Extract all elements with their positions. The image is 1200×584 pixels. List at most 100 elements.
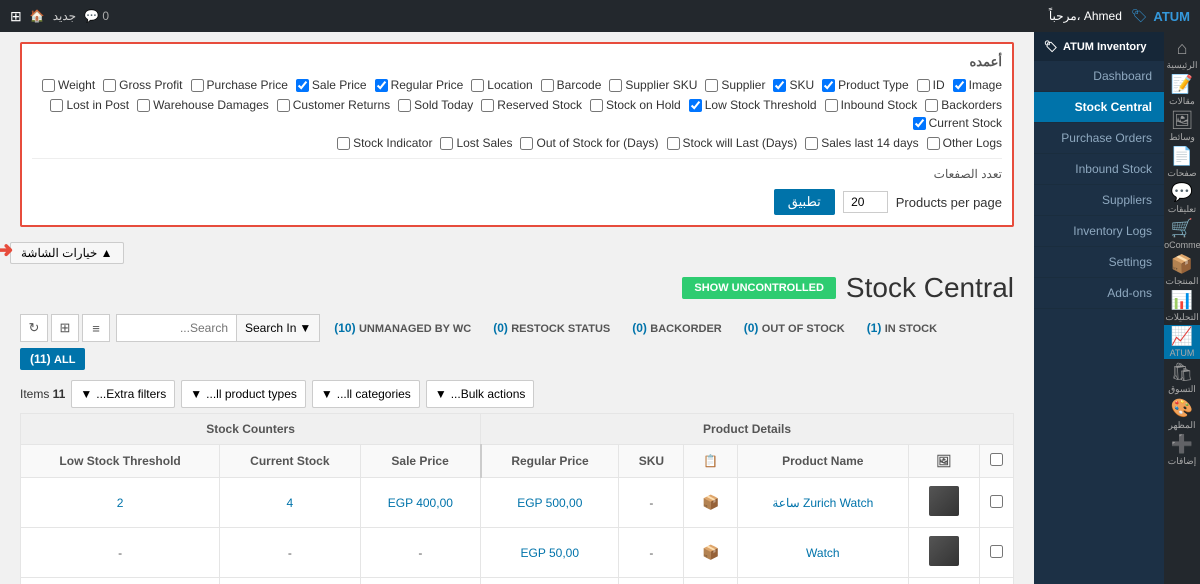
sidebar-item-marketing[interactable]: 🛍 التسوق: [1164, 361, 1200, 395]
col-id[interactable]: ID: [917, 78, 945, 92]
col-sales-14[interactable]: Sales last 14 days: [805, 136, 918, 150]
sidebar-item-dashboard[interactable]: Dashboard: [1034, 61, 1164, 92]
sidebar-item-plugins[interactable]: ➕ إضافات: [1164, 433, 1200, 467]
col-product-type[interactable]: Product Type: [822, 78, 909, 92]
sidebar-item-add-ons[interactable]: Add-ons: [1034, 278, 1164, 309]
product-types-btn[interactable]: ▼ ...ll product types: [181, 380, 306, 408]
col-customer-returns[interactable]: Customer Returns: [277, 98, 390, 112]
col-weight-cb[interactable]: [42, 79, 55, 92]
col-low-stock[interactable]: Low Stock Threshold: [689, 98, 817, 112]
search-input[interactable]: [116, 314, 236, 342]
sidebar-item-media[interactable]: 🖼 وسائط: [1164, 109, 1200, 143]
col-bc-cb[interactable]: [541, 79, 554, 92]
search-in-button[interactable]: Search In ▼: [236, 314, 320, 342]
col-si-cb[interactable]: [337, 137, 350, 150]
col-current-stock[interactable]: Current Stock: [913, 116, 1002, 130]
col-other-logs[interactable]: Other Logs: [927, 136, 1002, 150]
products-per-page-input[interactable]: [843, 191, 888, 213]
bulk-actions-btn[interactable]: ▼ ...Bulk actions: [426, 380, 535, 408]
sidebar-item-purchase-orders[interactable]: Purchase Orders: [1034, 123, 1164, 154]
col-stock-indicator[interactable]: Stock Indicator: [337, 136, 432, 150]
screen-options-button[interactable]: خيارات الشاشة ▲: [10, 242, 124, 264]
col-soh-cb[interactable]: [590, 99, 603, 112]
row1-sale-price-link[interactable]: EGP 400,00: [388, 496, 453, 510]
row2-regular-price-link[interactable]: EGP 50,00: [521, 546, 580, 560]
categories-btn[interactable]: ▼ ...ll categories: [312, 380, 420, 408]
col-sale-price[interactable]: Sale Price: [296, 78, 367, 92]
col-bo-cb[interactable]: [925, 99, 938, 112]
row1-current-stock-link[interactable]: 4: [287, 496, 294, 510]
extra-filters-btn[interactable]: ▼ ...Extra filters: [71, 380, 175, 408]
col-s14-cb[interactable]: [805, 137, 818, 150]
col-lp-cb[interactable]: [50, 99, 63, 112]
col-supplier[interactable]: Supplier: [705, 78, 765, 92]
row1-product-name-link[interactable]: ساعة Zurich Watch: [772, 496, 873, 510]
col-sup-cb[interactable]: [705, 79, 718, 92]
col-stock-on-hold[interactable]: Stock on Hold: [590, 98, 681, 112]
col-reserved-stock[interactable]: Reserved Stock: [481, 98, 582, 112]
col-sku-cb[interactable]: [773, 79, 786, 92]
col-loc-cb[interactable]: [471, 79, 484, 92]
col-regular-price[interactable]: Regular Price: [375, 78, 464, 92]
row1-regular-price-link[interactable]: EGP 500,00: [517, 496, 582, 510]
col-sku[interactable]: SKU: [773, 78, 814, 92]
col-stock-will-last[interactable]: Stock will Last (Days): [667, 136, 798, 150]
sidebar-item-inbound-stock[interactable]: Inbound Stock: [1034, 154, 1164, 185]
col-swl-cb[interactable]: [667, 137, 680, 150]
col-gp-cb[interactable]: [103, 79, 116, 92]
col-out-of-stock-days[interactable]: Out of Stock for (Days): [520, 136, 658, 150]
row1-low-stock-link[interactable]: 2: [117, 496, 124, 510]
sidebar-item-atum[interactable]: 📈 ATUM: [1164, 325, 1200, 359]
col-cr-cb[interactable]: [277, 99, 290, 112]
sidebar-item-inventory-logs[interactable]: Inventory Logs: [1034, 216, 1164, 247]
col-backorders[interactable]: Backorders: [925, 98, 1002, 112]
col-lost-post[interactable]: Lost in Post: [50, 98, 129, 112]
col-st-cb[interactable]: [398, 99, 411, 112]
tab-in-stock[interactable]: (1) IN STOCK: [859, 317, 945, 339]
sidebar-item-suppliers[interactable]: Suppliers: [1034, 185, 1164, 216]
tab-restock[interactable]: (0) RESTOCK STATUS: [485, 317, 618, 339]
sidebar-item-appearance[interactable]: 🎨 المظهر: [1164, 397, 1200, 431]
col-purchase-price[interactable]: Purchase Price: [191, 78, 288, 92]
col-is-cb[interactable]: [825, 99, 838, 112]
col-id-cb[interactable]: [917, 79, 930, 92]
col-lost-sales[interactable]: Lost Sales: [440, 136, 512, 150]
col-gross-profit[interactable]: Gross Profit: [103, 78, 182, 92]
col-sold-today[interactable]: Sold Today: [398, 98, 473, 112]
sidebar-item-stock-central[interactable]: Stock Central: [1034, 92, 1164, 123]
row2-checkbox[interactable]: [990, 545, 1003, 558]
col-ls-cb[interactable]: [689, 99, 702, 112]
tab-all[interactable]: (11) ALL: [20, 348, 85, 370]
col-rp-cb[interactable]: [375, 79, 388, 92]
col-wd-cb[interactable]: [137, 99, 150, 112]
col-warehouse-dmg[interactable]: Warehouse Damages: [137, 98, 269, 112]
col-rs-cb[interactable]: [481, 99, 494, 112]
sidebar-item-comments[interactable]: 💬 تعليقات: [1164, 181, 1200, 215]
tab-backorder[interactable]: (0) BACKORDER: [624, 317, 730, 339]
row2-product-name-link[interactable]: Watch: [806, 546, 840, 560]
apply-button[interactable]: تطبيق: [774, 189, 835, 215]
filter-list-btn[interactable]: ≡: [82, 314, 110, 342]
filter-grid-btn[interactable]: ⊞: [51, 314, 79, 342]
col-inbound-stock[interactable]: Inbound Stock: [825, 98, 918, 112]
col-sp-cb[interactable]: [296, 79, 309, 92]
sidebar-item-analytics[interactable]: 📊 التحليلات: [1164, 289, 1200, 323]
col-pt-cb[interactable]: [822, 79, 835, 92]
show-uncontrolled-button[interactable]: SHOW UNCONTROLLED: [682, 277, 836, 299]
col-barcode[interactable]: Barcode: [541, 78, 602, 92]
sidebar-item-home[interactable]: ⌂ الرئيسية: [1164, 37, 1200, 71]
col-lsal-cb[interactable]: [440, 137, 453, 150]
tab-unmanaged[interactable]: (10) UNMANAGED BY WC: [326, 317, 479, 339]
col-img-cb[interactable]: [953, 79, 966, 92]
col-supplier-sku[interactable]: Supplier SKU: [609, 78, 697, 92]
top-bar-new[interactable]: جديد: [53, 9, 76, 23]
col-pp-cb[interactable]: [191, 79, 204, 92]
th-select-all[interactable]: [980, 445, 1014, 478]
tab-out-of-stock[interactable]: (0) OUT OF STOCK: [736, 317, 853, 339]
filter-refresh-btn[interactable]: ↻: [20, 314, 48, 342]
col-ssku-cb[interactable]: [609, 79, 622, 92]
sidebar-item-pages[interactable]: 📄 صفحات: [1164, 145, 1200, 179]
sidebar-item-woocommerce[interactable]: 🛒 WooCommerce: [1164, 217, 1200, 251]
col-oosd-cb[interactable]: [520, 137, 533, 150]
col-location[interactable]: Location: [471, 78, 532, 92]
